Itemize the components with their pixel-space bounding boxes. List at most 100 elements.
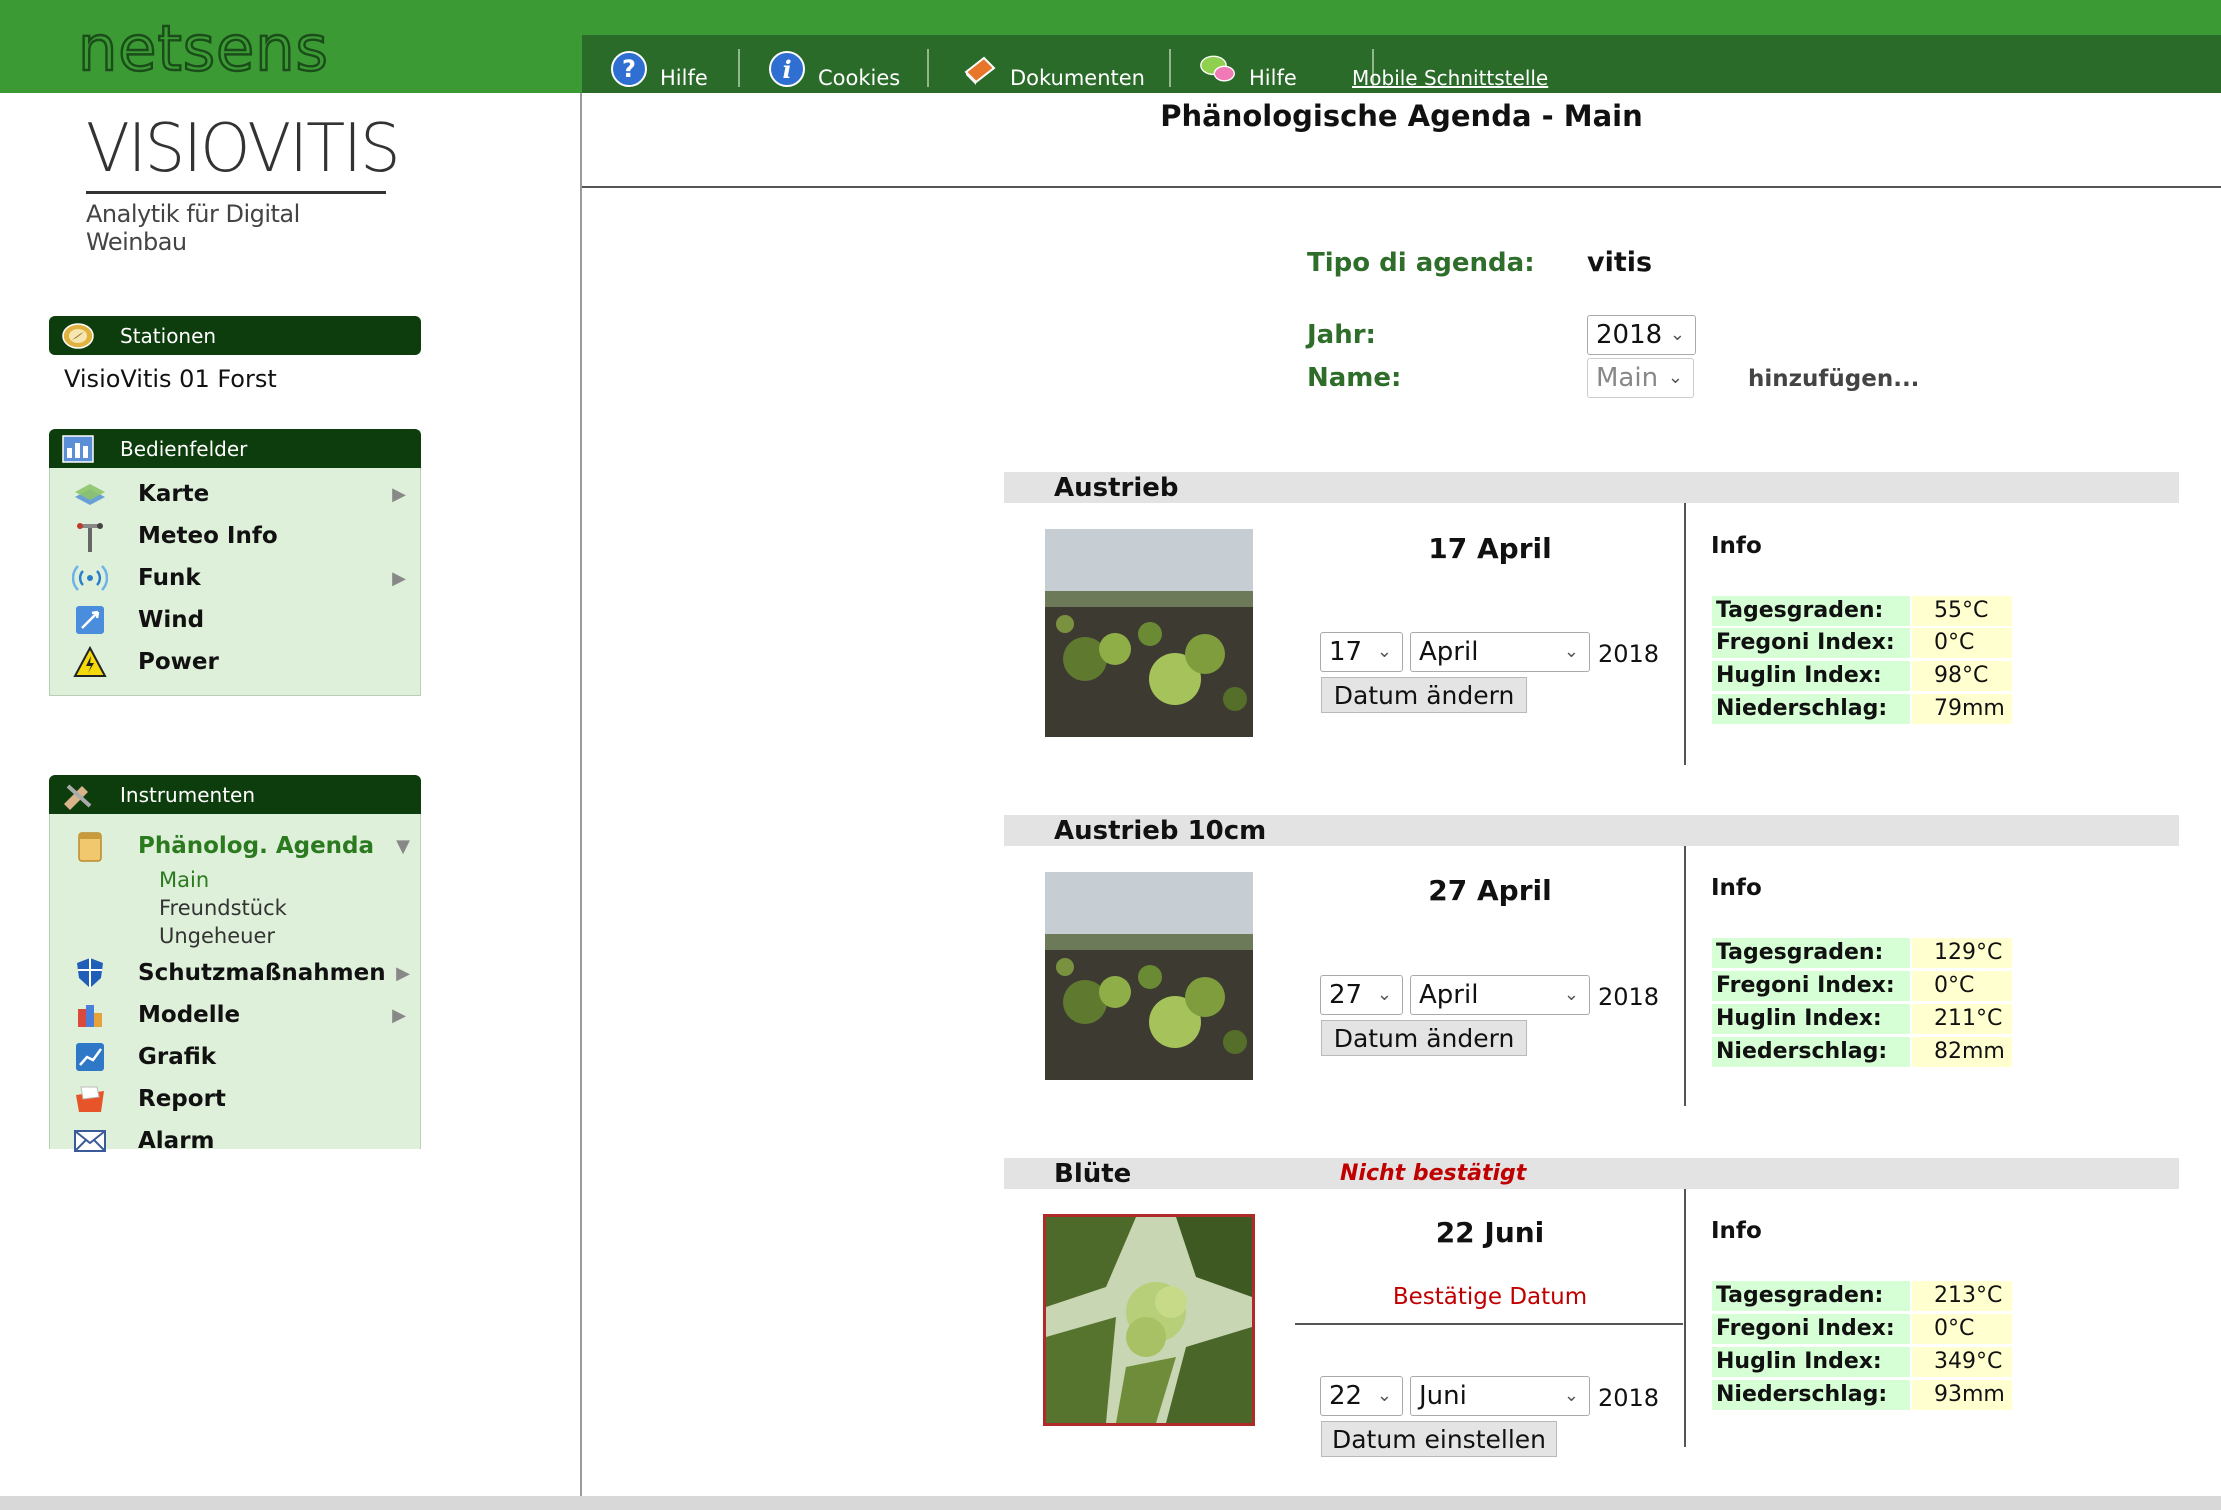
stage-header: Austrieb 10cm [1004,815,2179,846]
stage-year: 2018 [1598,1384,1660,1412]
column-divider [1684,1189,1686,1447]
tagesgraden-value: 55°C [1912,596,2012,626]
confirm-date-link[interactable]: Bestätige Datum [1290,1284,1690,1310]
expand-arrow-icon: ▶ [392,483,406,505]
menu-item-models-label: Modelle [138,1002,241,1028]
controls-panel-header[interactable]: Bedienfelder [49,429,421,468]
name-select-value: Main [1596,363,1659,393]
instruments-title: Instrumenten [120,782,256,807]
column-divider [1684,846,1686,1106]
stage-photo[interactable] [1045,872,1253,1080]
line-chart-icon [72,1039,108,1075]
change-date-button[interactable]: Datum ändern [1321,1020,1527,1056]
menu-item-charts[interactable]: Grafik [50,1036,422,1078]
stage-date: 17 April [1428,532,1552,565]
menu-item-wind[interactable]: Wind [50,599,422,641]
huglin-value: 349°C [1912,1347,2012,1377]
niederschlag-value: 82mm [1912,1037,2012,1067]
stage-photo[interactable] [1043,1214,1255,1426]
year-select[interactable]: 2018 ⌄ [1587,315,1696,355]
menu-item-meteo[interactable]: Meteo Info [50,515,422,557]
stage-header: Blüte Nicht bestätigt [1004,1158,2179,1189]
huglin-value: 98°C [1912,661,2012,691]
agenda-subitem-freundstueck[interactable]: Freundstück [159,896,287,920]
brand-name: VISIOVITIS [86,110,401,188]
stage-name: Blüte [1054,1159,1132,1189]
month-select[interactable]: Juni ⌄ [1410,1376,1590,1416]
nav-separator [927,49,929,87]
info-heading: Info [1711,875,1762,901]
day-select-value: 27 [1329,980,1363,1010]
agenda-type-value: vitis [1587,247,1653,278]
agenda-subitem-main[interactable]: Main [159,868,209,892]
tagesgraden-label: Tagesgraden: [1712,1281,1910,1311]
menu-item-map[interactable]: Karte ▶ [50,473,422,515]
fregoni-label: Fregoni Index: [1712,971,1910,1001]
chevron-down-icon: ⌄ [1669,324,1685,345]
column-divider [1684,503,1686,765]
vine-sprout-image [1045,529,1253,737]
menu-item-power-label: Power [138,649,219,675]
day-select-value: 22 [1329,1381,1363,1411]
menu-item-radio[interactable]: Funk ▶ [50,557,422,599]
menu-item-wind-label: Wind [138,607,205,633]
chevron-down-icon: ⌄ [1563,1385,1579,1406]
instruments-panel: Phänolog. Agenda ▼ Main Freundstück Unge… [49,814,422,1154]
month-select[interactable]: April ⌄ [1410,632,1590,672]
sidebar: VISIOVITIS Analytik für Digital Weinbau … [0,93,582,1510]
confirm-divider [1295,1323,1683,1325]
controls-panel: Karte ▶ Meteo Info Funk ▶ Wind Power [49,468,421,696]
svg-text:i: i [782,55,791,84]
menu-item-protection-label: Schutzmaßnahmen [138,960,386,986]
tagesgraden-value: 213°C [1912,1281,2012,1311]
title-divider [582,186,2221,188]
huglin-value: 211°C [1912,1004,2012,1034]
envelope-icon [72,1123,108,1159]
menu-item-charts-label: Grafik [138,1044,217,1070]
tagesgraden-label: Tagesgraden: [1712,596,1910,626]
brand-tagline: Analytik für Digital Weinbau [86,200,300,256]
stage-year: 2018 [1598,640,1660,668]
menu-item-power[interactable]: Power [50,641,422,683]
visiovitis-brand: VISIOVITIS Analytik für Digital Weinbau [86,110,401,256]
niederschlag-value: 79mm [1912,694,2012,724]
name-select[interactable]: Main ⌄ [1587,358,1694,398]
horizontal-scrollbar[interactable] [0,1496,2221,1510]
report-folder-icon [72,1081,108,1117]
huglin-label: Huglin Index: [1712,1004,1910,1034]
dashboard-icon [62,434,94,463]
map-icon [72,476,108,512]
menu-item-report[interactable]: Report [50,1078,422,1120]
day-select[interactable]: 17 ⌄ [1320,632,1403,672]
expand-arrow-icon: ▶ [392,567,406,589]
niederschlag-label: Niederschlag: [1712,1037,1910,1067]
add-agenda-link[interactable]: hinzufügen... [1748,366,1919,392]
day-select[interactable]: 27 ⌄ [1320,975,1403,1015]
set-date-button[interactable]: Datum einstellen [1321,1421,1557,1457]
menu-item-protection[interactable]: Schutzmaßnahmen ▶ [50,952,422,994]
notepad-icon [72,828,108,864]
stage-year: 2018 [1598,983,1660,1011]
month-select-value: April [1419,980,1479,1010]
stations-panel-header[interactable]: Stationen [49,316,421,355]
page-title: Phänologische Agenda - Main [1160,99,1643,133]
month-select-value: Juni [1419,1381,1467,1411]
chevron-down-icon: ⌄ [1376,641,1392,662]
stage-photo[interactable] [1045,529,1253,737]
weather-station-icon [72,518,108,554]
niederschlag-label: Niederschlag: [1712,1380,1910,1410]
instruments-panel-header[interactable]: Instrumenten [49,775,421,814]
info-heading: Info [1711,1218,1762,1244]
netsens-logo[interactable]: netsens [78,12,398,84]
day-select[interactable]: 22 ⌄ [1320,1376,1403,1416]
station-item[interactable]: VisioVitis 01 Forst [64,365,277,393]
change-date-button[interactable]: Datum ändern [1321,677,1527,713]
chevron-down-icon: ⌄ [1563,641,1579,662]
agenda-subitem-ungeheuer[interactable]: Ungeheuer [159,924,275,948]
month-select[interactable]: April ⌄ [1410,975,1590,1015]
fregoni-label: Fregoni Index: [1712,628,1910,658]
menu-item-alarm[interactable]: Alarm [50,1120,422,1162]
menu-item-map-label: Karte [138,481,210,507]
menu-item-phenology-agenda[interactable]: Phänolog. Agenda ▼ [50,825,422,867]
menu-item-models[interactable]: Modelle ▶ [50,994,422,1036]
